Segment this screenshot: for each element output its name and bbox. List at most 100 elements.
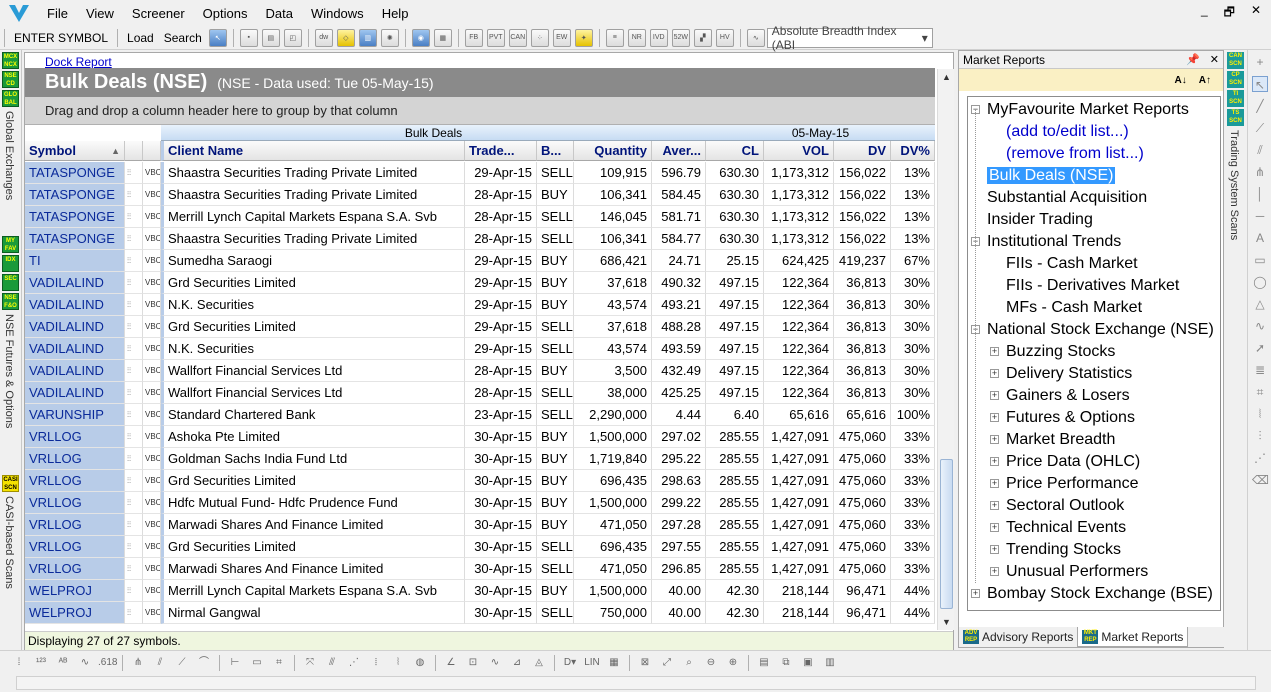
count-abc-icon[interactable]: ᴬᴮ [54,655,72,671]
fib-ratio-icon[interactable]: .618 [98,655,117,671]
chart-icon[interactable]: ⫶⫶ [125,272,143,294]
table-row[interactable]: TATASPONGE ⫶⫶ VBC Shaastra Securities Tradi… [25,184,935,206]
gann-icon[interactable]: ⌗ [1252,384,1268,400]
zoom-in-icon[interactable]: ⊕ [724,655,742,671]
vbc-icon[interactable]: VBC [143,184,161,206]
vbc-icon[interactable]: VBC [143,228,161,250]
notes-icon[interactable]: ▤ [755,655,773,671]
tab-market-reports[interactable]: MKT REP Market Reports [1077,627,1189,647]
vbc-icon[interactable]: VBC [143,250,161,272]
table-row[interactable]: VADILALIND ⫶⫶ VBC Wallfort Financial Servic… [25,382,935,404]
tab-advisory-reports[interactable]: ADV REP Advisory Reports [959,627,1077,647]
table-row[interactable]: VADILALIND ⫶⫶ VBC Grd Securities Limited 29-… [25,272,935,294]
vbc-icon[interactable]: VBC [143,206,161,228]
expand-icon[interactable]: + [990,501,999,510]
chart-icon[interactable]: ⫶⫶ [125,602,143,624]
chart-icon[interactable]: ⫶⫶ [125,316,143,338]
expand-icon[interactable]: + [971,589,980,598]
cell-symbol[interactable]: TATASPONGE [25,228,125,250]
chart-icon[interactable]: ⫶⫶ [125,404,143,426]
pvt-icon[interactable]: PVT [486,28,505,47]
chart-icon[interactable]: ⫶⫶ [125,184,143,206]
table-row[interactable]: VRLLOG ⫶⫶ VBC Marwadi Shares And Finance Li… [25,514,935,536]
measure-icon[interactable]: ⊿ [508,655,526,671]
table-row[interactable]: VADILALIND ⫶⫶ VBC Wallfort Financial Servic… [25,360,935,382]
chart-type-icon[interactable]: dw [314,28,333,47]
wave-123-icon[interactable]: ∿ [76,655,94,671]
vbc-icon[interactable]: VBC [143,514,161,536]
resistance-icon[interactable]: ⫻ [323,655,341,671]
vbc-icon[interactable]: VBC [143,316,161,338]
abc-pattern-icon[interactable]: ◬ [530,655,548,671]
sort-ascending-icon[interactable]: A↓ [1175,75,1187,86]
tree-item[interactable]: Bulk Deals (NSE) [987,165,1116,187]
table-row[interactable]: VRLLOG ⫶⫶ VBC Grd Securities Limited 30-Apr-… [25,470,935,492]
cell-symbol[interactable]: WELPROJ [25,580,125,602]
trading-system-scans-tab[interactable]: Trading System Scans [1228,130,1240,240]
report-icon[interactable]: ▦ [433,28,452,47]
scroll-down-icon[interactable]: ▼ [939,614,954,630]
ellipse-icon[interactable]: ◯ [1252,274,1268,290]
tree-item[interactable]: Bombay Stock Exchange (BSE) [987,583,1213,605]
casi-scn-badge[interactable]: CASI SCN [2,474,19,492]
table-row[interactable]: VADILALIND ⫶⫶ VBC N.K. Securities 29-Apr-15 S… [25,338,935,360]
chart-icon[interactable]: ⫶⫶ [125,580,143,602]
drawing-tool-icon[interactable]: ◇ [336,28,355,47]
chart-icon[interactable]: ⫶⫶ [125,382,143,404]
scanner-icon[interactable]: ✺ [380,28,399,47]
pitchfork-icon[interactable]: ⋔ [129,655,147,671]
chart-icon[interactable]: ⫶⫶ [125,426,143,448]
vbc-icon[interactable]: VBC [143,426,161,448]
expand-icon[interactable]: + [990,523,999,532]
vertical-line-icon[interactable]: │ [1252,186,1268,202]
cell-symbol[interactable]: VADILALIND [25,338,125,360]
ivd-icon[interactable]: IVD [649,28,668,47]
expand-icon[interactable]: + [990,567,999,576]
paste-icon[interactable]: ▣ [799,655,817,671]
gann-box-icon[interactable]: ⌗ [270,655,288,671]
cycle-lines-icon[interactable]: ⦙ [367,655,385,671]
pointer-icon[interactable]: ↖ [1252,76,1268,92]
cell-symbol[interactable]: VRLLOG [25,536,125,558]
nr-icon[interactable]: NR [627,28,646,47]
table-row[interactable]: VRLLOG ⫶⫶ VBC Ashoka Pte Limited 30-Apr-15 BU… [25,426,935,448]
expand-icon[interactable]: ⤢ [658,655,676,671]
tree-item[interactable]: Substantial Acquisition [987,187,1147,209]
arrow-icon[interactable]: ➚ [1252,340,1268,356]
vbc-icon[interactable]: VBC [143,382,161,404]
zoom-icon[interactable]: ⌕ [680,655,698,671]
col-header-cl[interactable]: CL [706,141,764,161]
cell-symbol[interactable]: TATASPONGE [25,184,125,206]
vbc-icon[interactable]: VBC [143,580,161,602]
table-row[interactable]: VRLLOG ⫶⫶ VBC Grd Securities Limited 30-Apr-… [25,536,935,558]
can-scn-badge[interactable]: CAN SCN [1227,52,1244,69]
pin-icon[interactable]: 📌 [1186,53,1200,66]
chart-icon[interactable]: ⫶⫶ [125,448,143,470]
table-row[interactable]: WELPROJ ⫶⫶ VBC Nirmal Gangwal 30-Apr-15 SELL 7… [25,602,935,624]
table-row[interactable]: VRLLOG ⫶⫶ VBC Marwadi Shares And Finance Li… [25,558,935,580]
tree-item[interactable]: Insider Trading [987,209,1093,231]
minimize-icon[interactable]: _ [1201,3,1208,24]
close-panel-icon[interactable]: ✕ [1210,53,1219,66]
expand-icon[interactable]: + [990,545,999,554]
cell-symbol[interactable]: VADILALIND [25,316,125,338]
vbc-icon[interactable]: VBC [143,536,161,558]
col-header-dv[interactable]: DV [834,141,891,161]
grid-icon[interactable]: ▦ [605,655,623,671]
fit-icon[interactable]: ⊠ [636,655,654,671]
arc-icon[interactable]: ⌒ [195,655,213,671]
vol-icon[interactable]: ▞ [693,28,712,47]
count-123-icon[interactable]: ¹²³ [32,655,50,671]
nse-futures-options-tab[interactable]: NSE Futures & Options [3,314,15,428]
sec-badge[interactable]: SEC [2,274,19,292]
chart-icon[interactable]: ⫶⫶ [125,338,143,360]
restore-icon[interactable]: 🗗 [1224,3,1235,24]
cell-symbol[interactable]: VADILALIND [25,360,125,382]
expand-icon[interactable]: + [990,413,999,422]
text-icon[interactable]: A [1252,230,1268,246]
indicator-combo[interactable]: Absolute Breadth Index (ABI ▾ [766,24,933,52]
tree-item[interactable]: Futures & Options [1006,407,1135,429]
tree-item[interactable]: Price Data (OHLC) [1006,451,1140,473]
speed-lines-icon[interactable]: ⫶ [1252,428,1268,444]
template-icon[interactable]: ▥ [358,28,377,47]
